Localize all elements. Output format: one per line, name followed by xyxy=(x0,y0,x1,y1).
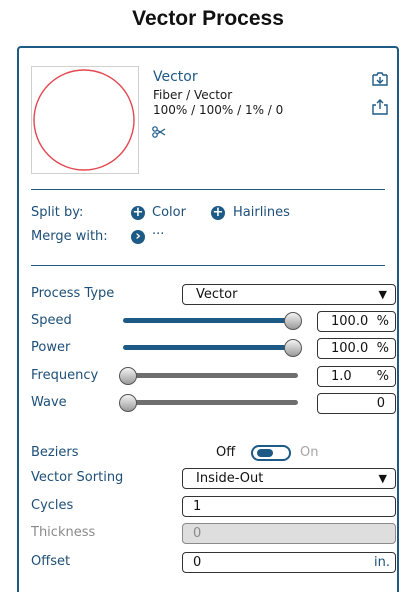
cycles-label: Cycles xyxy=(31,498,74,513)
plus-icon[interactable]: + xyxy=(131,206,145,220)
power-input[interactable]: 100.0 % xyxy=(317,338,396,359)
cycles-input[interactable]: 1 xyxy=(182,496,396,517)
power-label: Power xyxy=(31,340,71,355)
process-type-select[interactable]: Vector ▼ xyxy=(182,284,396,305)
scissors-icon[interactable] xyxy=(152,123,166,142)
arrow-right-icon[interactable]: › xyxy=(131,230,145,244)
slider-handle[interactable] xyxy=(284,339,302,357)
offset-value: 0 xyxy=(193,555,202,570)
layer-details: Fiber / Vector 100% / 100% / 1% / 0 xyxy=(153,88,283,118)
speed-slider[interactable] xyxy=(119,311,302,331)
layer-type: Fiber / Vector xyxy=(153,88,233,102)
beziers-on-label: On xyxy=(300,445,319,460)
cycles-value: 1 xyxy=(193,499,202,514)
merge-more-button[interactable]: ··· xyxy=(152,227,164,242)
split-hairlines-button[interactable]: Hairlines xyxy=(233,205,290,220)
thickness-input: 0 xyxy=(182,523,396,544)
offset-label: Offset xyxy=(31,554,71,569)
speed-input[interactable]: 100.0 % xyxy=(317,311,396,332)
frequency-value: 1.0 xyxy=(331,369,352,384)
toggle-knob xyxy=(257,449,273,457)
speed-value: 100.0 xyxy=(331,314,369,329)
plus-icon[interactable]: + xyxy=(211,206,225,220)
thickness-label: Thickness xyxy=(31,525,96,540)
slider-track xyxy=(123,400,298,405)
speed-label: Speed xyxy=(31,313,72,328)
caret-down-icon: ▼ xyxy=(378,472,387,485)
offset-input[interactable]: 0 in. xyxy=(182,552,396,573)
thickness-value: 0 xyxy=(193,526,202,541)
slider-handle[interactable] xyxy=(119,367,137,385)
process-type-value: Vector xyxy=(196,287,238,302)
export-icon[interactable] xyxy=(371,98,389,116)
page-title: Vector Process xyxy=(132,7,284,30)
process-type-label: Process Type xyxy=(31,286,115,301)
beziers-off-label: Off xyxy=(216,445,236,460)
slider-handle[interactable] xyxy=(284,312,302,330)
layer-stats: 100% / 100% / 1% / 0 xyxy=(153,103,284,117)
frequency-input[interactable]: 1.0 % xyxy=(317,366,396,387)
slider-track xyxy=(123,318,298,323)
divider xyxy=(31,265,385,266)
merge-with-label: Merge with: xyxy=(31,229,108,244)
beziers-toggle[interactable] xyxy=(251,445,291,461)
power-slider[interactable] xyxy=(119,338,302,358)
import-icon[interactable] xyxy=(371,69,389,87)
wave-input[interactable]: 0 xyxy=(317,393,396,414)
vector-sorting-value: Inside-Out xyxy=(196,471,264,486)
vector-sorting-select[interactable]: Inside-Out ▼ xyxy=(182,468,396,489)
slider-track xyxy=(123,373,298,378)
offset-unit: in. xyxy=(374,555,390,570)
power-unit: % xyxy=(376,341,389,356)
wave-slider[interactable] xyxy=(119,393,302,413)
power-value: 100.0 xyxy=(331,341,369,356)
caret-down-icon: ▼ xyxy=(378,288,387,301)
vector-sorting-label: Vector Sorting xyxy=(31,470,124,485)
layer-name: Vector xyxy=(153,69,198,85)
beziers-label: Beziers xyxy=(31,445,79,460)
wave-label: Wave xyxy=(31,395,67,410)
slider-track xyxy=(123,345,298,350)
wave-value: 0 xyxy=(376,396,385,411)
slider-handle[interactable] xyxy=(119,394,137,412)
frequency-slider[interactable] xyxy=(119,366,302,386)
split-color-button[interactable]: Color xyxy=(152,205,186,220)
split-by-label: Split by: xyxy=(31,205,84,220)
vector-process-panel: Vector Fiber / Vector 100% / 100% / 1% /… xyxy=(17,46,399,592)
red-circle-icon xyxy=(33,69,135,171)
divider xyxy=(31,189,385,190)
frequency-unit: % xyxy=(376,369,389,384)
frequency-label: Frequency xyxy=(31,368,99,383)
speed-unit: % xyxy=(376,314,389,329)
layer-thumbnail[interactable] xyxy=(31,66,139,174)
